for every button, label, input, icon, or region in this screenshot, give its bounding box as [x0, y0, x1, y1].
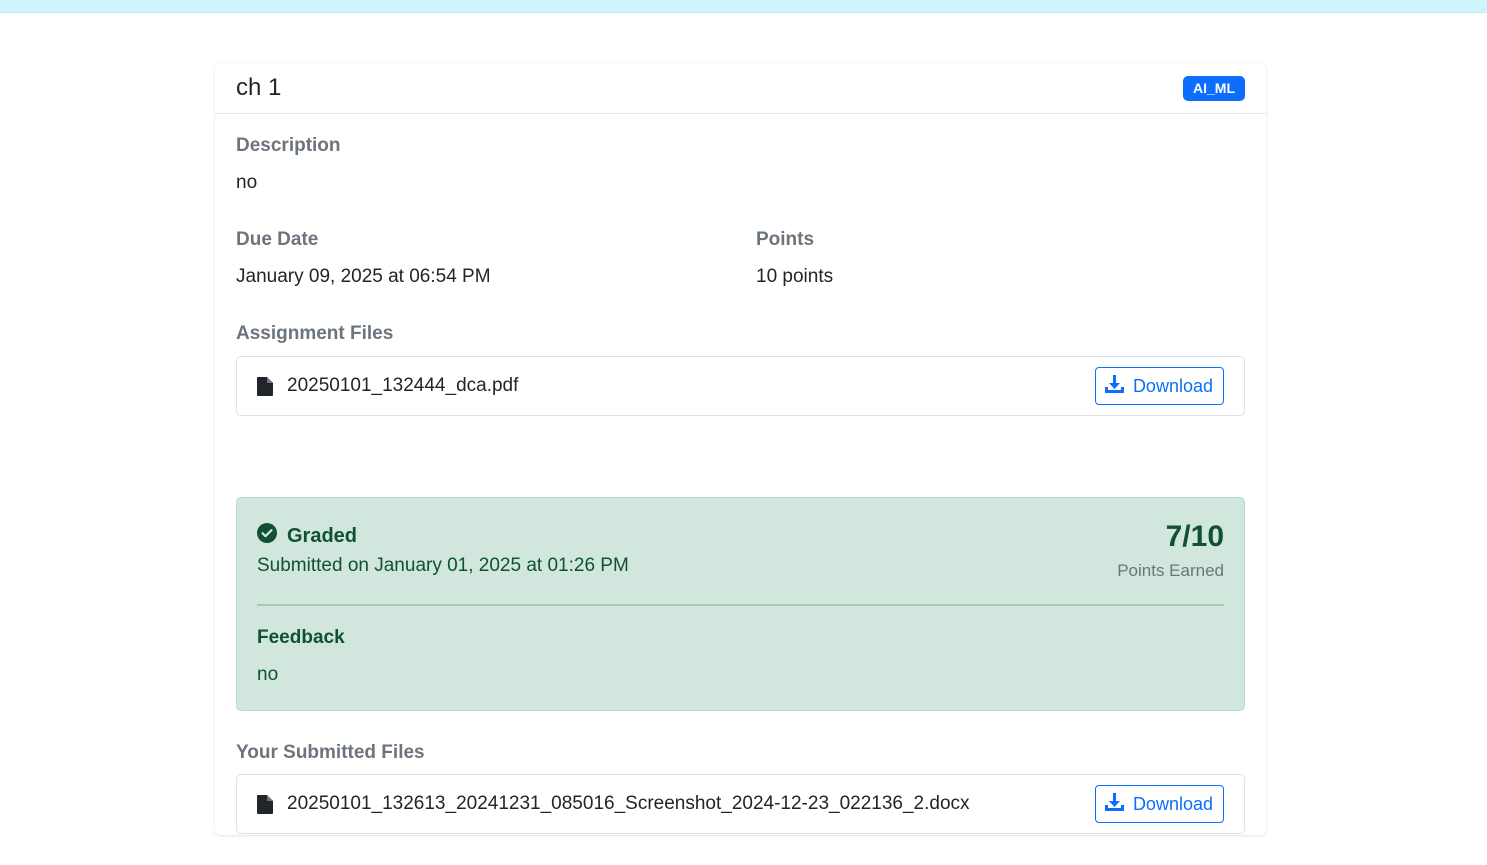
points-value: 10 points	[756, 266, 834, 287]
check-circle-icon	[257, 523, 277, 549]
description-label: Description	[236, 135, 341, 156]
graded-status: Graded	[257, 523, 357, 549]
description-value: no	[236, 172, 258, 193]
download-label: Download	[1132, 793, 1213, 814]
assignment-file-download-button[interactable]: Download	[1094, 367, 1224, 405]
assignment-file-name: 20250101_132444_dca.pdf	[287, 375, 519, 396]
assignment-file-row: 20250101_132444_dca.pdf Download	[236, 356, 1245, 416]
graded-status-label: Graded	[287, 524, 358, 547]
points-label: Points	[756, 229, 815, 250]
card-body: Description no Due Date January 09, 2025…	[215, 114, 1266, 834]
assignment-title: ch 1	[236, 74, 282, 101]
due-date-label: Due Date	[236, 229, 319, 250]
submitted-file-download-button[interactable]: Download	[1094, 785, 1224, 823]
course-badge: AI_ML	[1183, 75, 1245, 101]
graded-divider	[257, 604, 1224, 606]
submitted-date: Submitted on January 01, 2025 at 01:26 P…	[257, 555, 629, 576]
submitted-files-label: Your Submitted Files	[236, 742, 425, 763]
submitted-file-name: 20250101_132613_20241231_085016_Screensh…	[287, 793, 970, 814]
download-label: Download	[1132, 375, 1213, 396]
top-banner	[0, 0, 1487, 13]
assignment-card: ch 1 AI_ML Description no Due Date Janua…	[215, 63, 1266, 835]
file-icon	[257, 794, 273, 814]
graded-panel: Graded Submitted on January 01, 2025 at …	[236, 497, 1245, 711]
score-value: 7/10	[1165, 520, 1224, 553]
file-icon	[257, 376, 273, 396]
download-icon	[1104, 374, 1124, 398]
card-header: ch 1 AI_ML	[215, 63, 1266, 114]
feedback-label: Feedback	[257, 627, 345, 648]
score-label: Points Earned	[1117, 561, 1224, 580]
due-date-value: January 09, 2025 at 06:54 PM	[236, 266, 491, 287]
submitted-file-row: 20250101_132613_20241231_085016_Screensh…	[236, 774, 1245, 834]
download-icon	[1104, 792, 1124, 816]
feedback-value: no	[257, 664, 279, 685]
assignment-files-label: Assignment Files	[236, 323, 394, 344]
